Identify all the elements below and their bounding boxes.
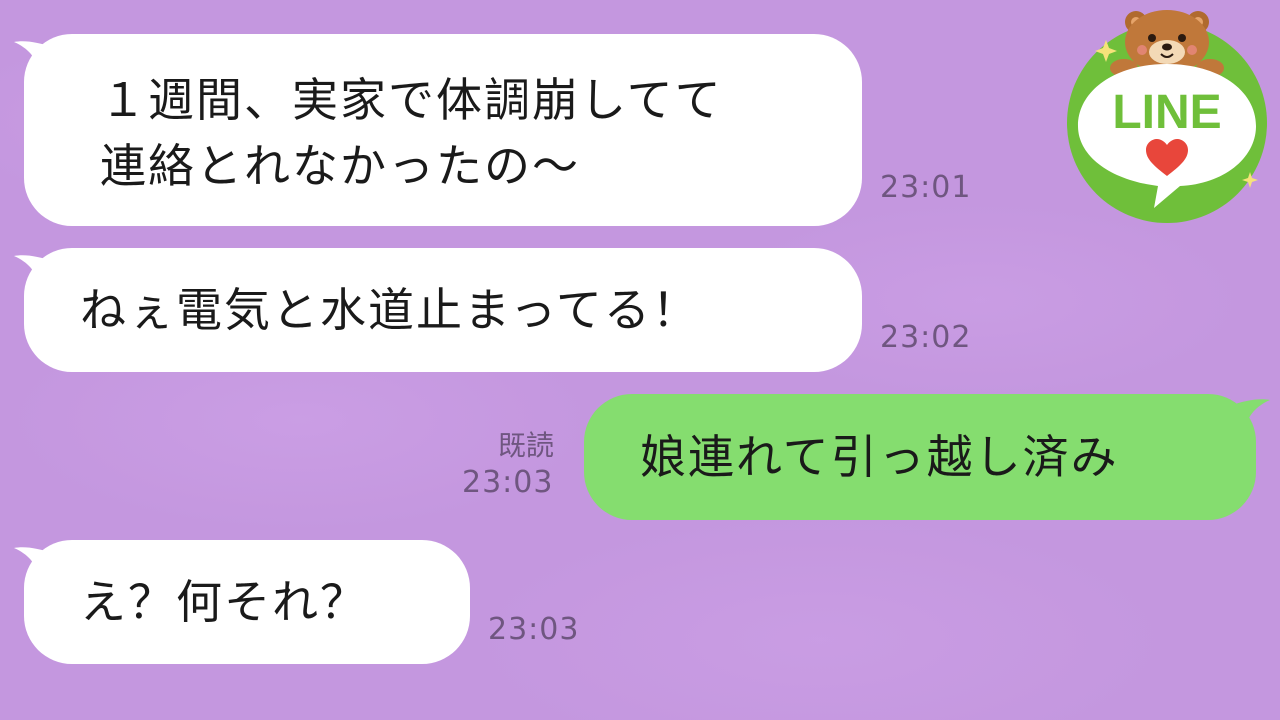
- message-text-line: 連絡とれなかったの〜: [100, 139, 580, 193]
- message-bubble[interactable]: ねぇ電気と水道止まってる！: [24, 248, 862, 372]
- message-bubble[interactable]: え？何それ？: [24, 540, 470, 664]
- message-bubble[interactable]: 娘連れて引っ越し済み: [584, 394, 1256, 520]
- message-bubble[interactable]: １週間、実家で体調崩してて 連絡とれなかったの〜: [24, 34, 862, 226]
- logo-text: LINE: [1112, 86, 1221, 139]
- message-timestamp: 23:03: [488, 612, 580, 647]
- message-text-line: 娘連れて引っ越し済み: [640, 430, 1119, 484]
- message-timestamp: 23:03: [462, 465, 554, 500]
- message-text-line: １週間、実家で体調崩してて: [100, 73, 723, 127]
- line-logo: LINE: [1067, 10, 1267, 223]
- message-timestamp: 23:01: [880, 170, 972, 205]
- bubble-tail-icon: [1230, 399, 1270, 426]
- read-receipt: 既読: [498, 429, 555, 462]
- message-timestamp: 23:02: [880, 320, 972, 355]
- message-text-line: ねぇ電気と水道止まってる！: [80, 283, 700, 337]
- message-text-line: え？何それ？: [80, 575, 368, 629]
